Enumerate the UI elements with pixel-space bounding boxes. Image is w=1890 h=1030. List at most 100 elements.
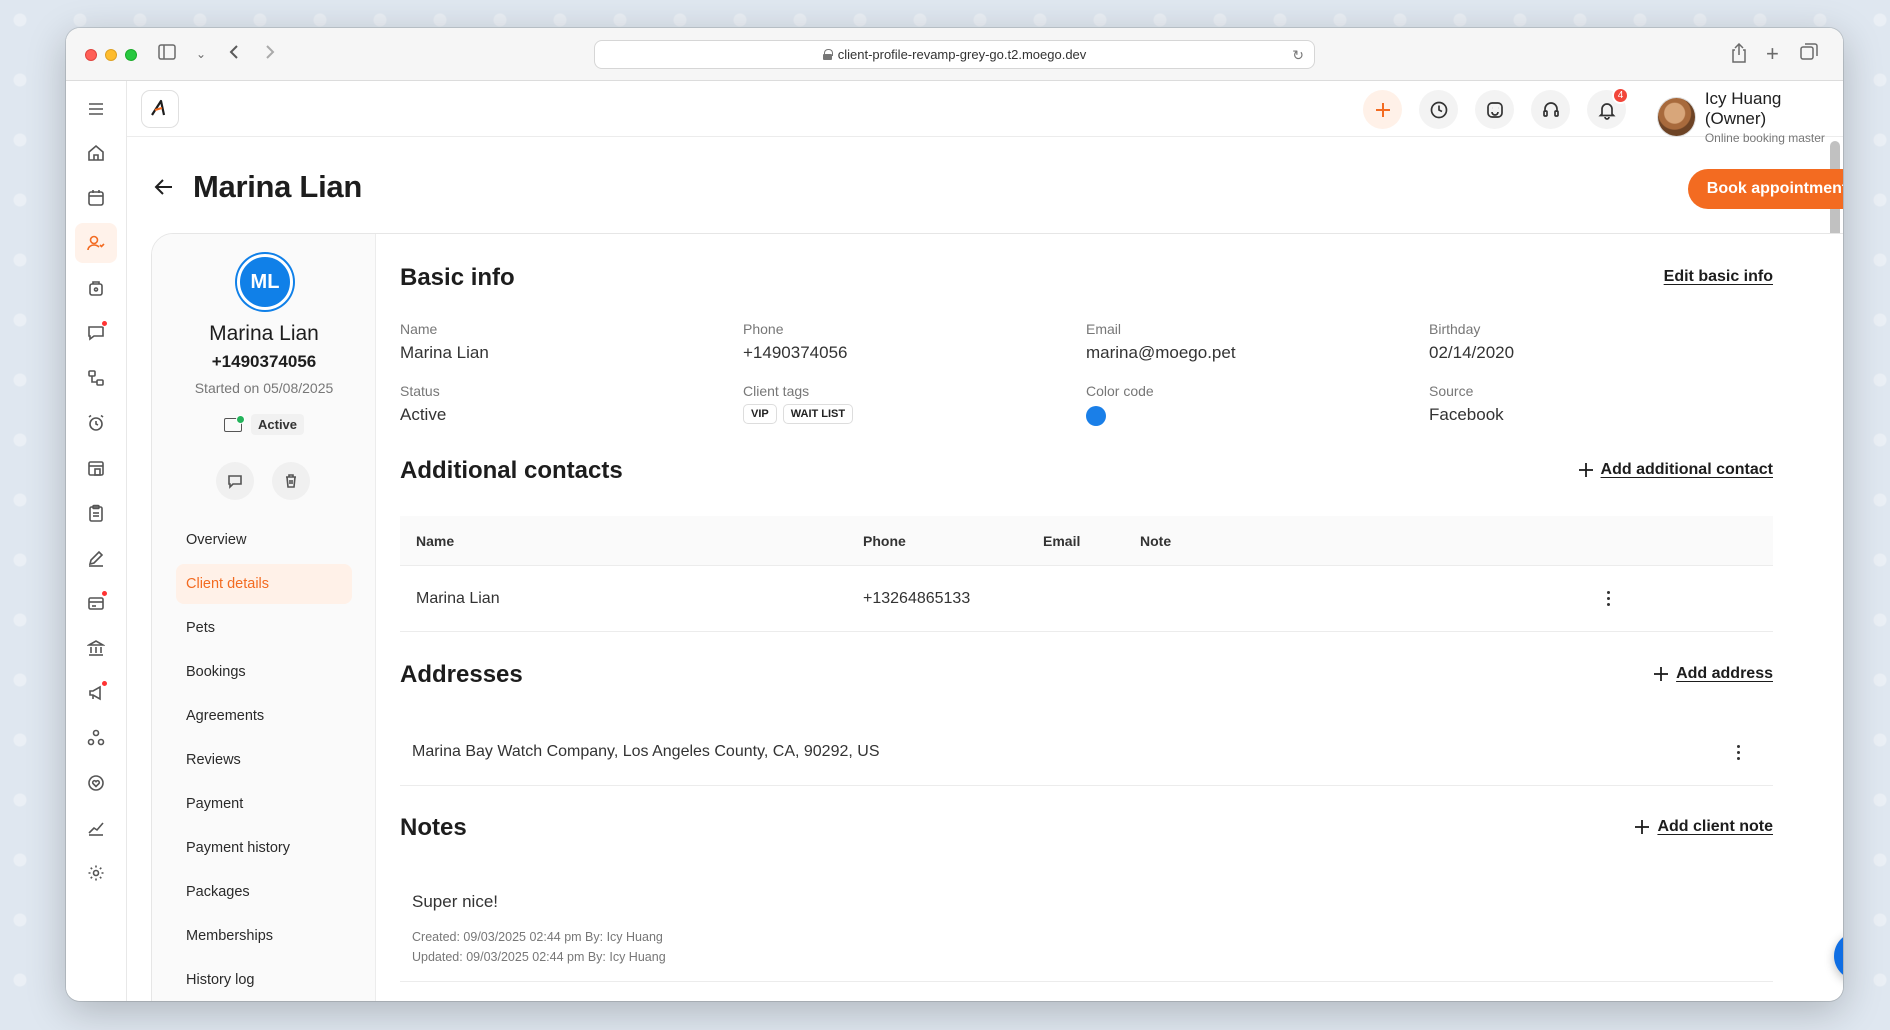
user-name: Icy Huang (Owner) [1704,89,1782,128]
calendar-icon[interactable] [75,178,117,218]
menu-item-reviews[interactable]: Reviews [176,740,352,780]
phone-label: Phone [743,321,784,337]
menu-item-history-log[interactable]: History log [176,960,352,1000]
pen-icon[interactable] [75,538,117,578]
client-status[interactable]: Active [224,414,305,435]
clients-icon[interactable] [75,223,117,263]
column-header-email: Email [1043,532,1081,549]
client-avatar: ML [237,254,293,310]
minimize-window-button[interactable] [105,49,117,61]
book-appointment-button[interactable]: Book appointment [1688,169,1843,209]
home-icon[interactable] [75,133,117,173]
reviews-heart-icon[interactable] [75,763,117,803]
new-tab-icon[interactable]: + [1766,43,1779,65]
birthday-label: Birthday [1429,321,1481,337]
chat-bubble-icon [228,475,242,489]
menu-item-payment[interactable]: Payment [176,784,352,824]
megaphone-icon[interactable] [75,673,117,713]
ai-assistant-icon[interactable] [1475,90,1514,129]
trash-icon [286,474,296,488]
menu-item-memberships[interactable]: Memberships [176,916,352,956]
workflow-icon[interactable] [75,358,117,398]
add-address-link[interactable]: Add address [1652,665,1773,683]
bank-icon[interactable] [75,628,117,668]
contacts-table-header: Name Phone Email Note [400,516,1773,566]
status-label: Status [400,383,440,399]
more-options-icon[interactable] [1737,744,1741,761]
color-code-swatch [1086,406,1106,426]
sidebar-toggle-icon[interactable] [158,43,176,65]
browser-toolbar: ⌄ client-profile-revamp-grey-go.t2.moego… [66,28,1843,81]
reports-chart-icon[interactable] [75,808,117,848]
menu-item-pets[interactable]: Pets [176,608,352,648]
status-value: Active [400,405,447,424]
notifications-bell-icon[interactable]: 4 [1587,87,1629,129]
email-field: Email marina@moego.pet [1086,321,1236,363]
menu-icon[interactable] [75,89,117,129]
alarm-clock-icon[interactable] [75,403,117,443]
tag-vip: VIP [743,404,777,424]
menu-item-agreements[interactable]: Agreements [176,696,352,736]
top-navigation: 4 Icy Huang (Owner) Online booking maste… [127,81,1843,145]
birthday-field: Birthday 02/14/2020 [1429,321,1514,363]
menu-item-packages[interactable]: Packages [176,872,352,912]
reload-icon[interactable]: ↻ [1292,47,1304,64]
add-client-note-label: Add client note [1657,818,1773,835]
messages-icon[interactable] [75,313,117,353]
bag-icon[interactable] [75,268,117,308]
client-details-content: Basic info Edit basic info Name Marina L… [400,234,1773,1001]
note-created-meta: Created: 09/03/2025 02:44 pm By: Icy Hua… [412,930,663,944]
user-role: Online booking master [1704,131,1825,145]
notification-dot [101,320,108,327]
moego-logo[interactable] [141,90,179,128]
basic-info-title: Basic info [400,264,515,291]
profile-sidebar: ML Marina Lian +1490374056 Started on 05… [152,234,376,1001]
name-field: Name Marina Lian [400,321,489,363]
name-value: Marina Lian [400,343,489,362]
chevron-down-icon[interactable]: ⌄ [196,43,206,65]
email-label: Email [1086,321,1122,337]
quick-add-icon[interactable] [1363,90,1402,129]
status-field: Status Active [400,383,446,425]
add-client-note-link[interactable]: Add client note [1633,818,1773,836]
storefront-icon[interactable] [75,448,117,488]
menu-item-client-details[interactable]: Client details [176,564,352,604]
settings-gear-icon[interactable] [75,853,117,893]
main-area: 4 Icy Huang (Owner) Online booking maste… [127,81,1843,1001]
tab-overview-icon[interactable] [1800,43,1818,66]
forward-nav-icon[interactable] [264,43,276,65]
client-tags-field: Client tags VIP WAIT LIST [743,383,859,424]
clock-icon[interactable] [1419,90,1458,129]
billing-icon[interactable] [75,583,117,623]
address-bar[interactable]: client-profile-revamp-grey-go.t2.moego.d… [594,40,1315,69]
column-header-phone: Phone [863,532,906,549]
back-arrow-icon[interactable] [153,176,175,198]
integrations-icon[interactable] [75,718,117,758]
menu-item-overview[interactable]: Overview [176,520,352,560]
more-options-icon[interactable] [1607,590,1611,607]
edit-basic-info-link[interactable]: Edit basic info [1664,268,1773,286]
add-additional-contact-link[interactable]: Add additional contact [1577,461,1773,479]
plus-icon [1578,463,1593,477]
column-header-note: Note [1140,532,1172,549]
user-menu[interactable]: Icy Huang (Owner) Online booking master [1657,89,1843,145]
zoom-window-button[interactable] [125,49,137,61]
color-code-field: Color code [1086,383,1154,426]
note-updated-meta: Updated: 09/03/2025 02:44 pm By: Icy Hua… [412,950,666,964]
clipboard-icon[interactable] [75,493,117,533]
name-label: Name [400,321,438,337]
delete-client-button[interactable] [272,462,310,500]
message-client-button[interactable] [216,462,254,500]
support-headset-icon[interactable] [1531,90,1570,129]
addresses-title: Addresses [400,661,523,688]
back-nav-icon[interactable] [228,43,240,65]
source-field: Source Facebook [1429,383,1504,425]
close-window-button[interactable] [85,49,97,61]
status-badge: Active [251,414,305,435]
birthday-value: 02/14/2020 [1429,343,1515,362]
notes-title: Notes [400,814,467,841]
menu-item-bookings[interactable]: Bookings [176,652,352,692]
client-name: Marina Lian [209,322,319,345]
menu-item-payment-history[interactable]: Payment history [176,828,352,868]
share-icon[interactable] [1731,42,1747,68]
